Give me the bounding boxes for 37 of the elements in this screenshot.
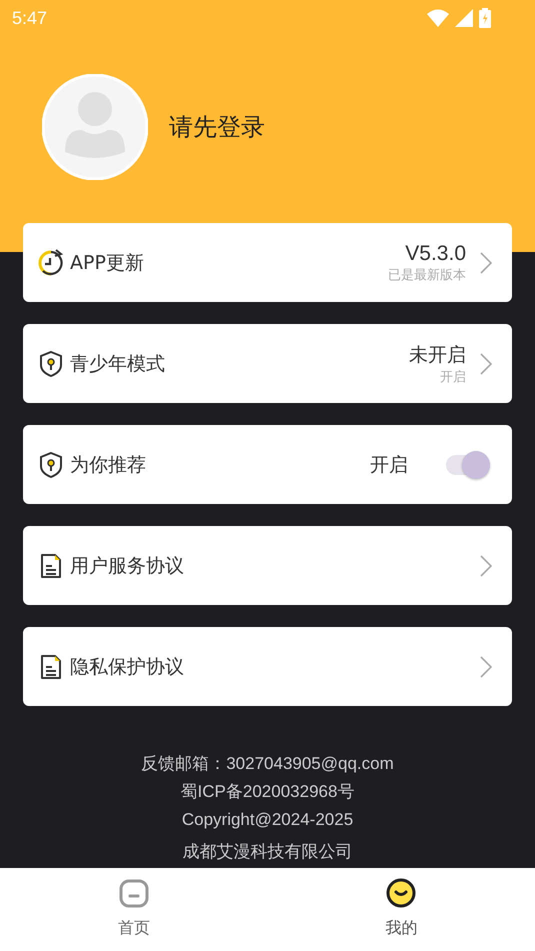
setting-label: 为你推荐	[70, 452, 147, 478]
shield-icon	[37, 450, 65, 478]
status-time: 5:47	[12, 8, 48, 28]
settings-card[interactable]: APP更新 V5.3.0 已是最新版本	[23, 223, 512, 302]
chevron-icon	[480, 554, 492, 576]
footer-text: 成都艾漫科技有限公司	[182, 841, 352, 863]
settings-card[interactable]: 用户服务协议	[23, 526, 512, 605]
setting-status: 开启	[440, 368, 466, 386]
setting-label: 用户服务协议	[70, 554, 185, 578]
setting-label: 青少年模式	[70, 352, 166, 376]
chevron-icon	[480, 252, 492, 274]
setting-label: APP更新	[70, 250, 145, 276]
settings-card[interactable]: 为你推荐 开启	[23, 425, 512, 504]
nav-tab[interactable]: 首页	[94, 868, 174, 951]
avatar-icon[interactable]	[42, 74, 148, 180]
footer-text: 蜀ICP备2020032968号	[180, 781, 354, 803]
battery-icon	[479, 8, 491, 28]
home-icon	[118, 878, 149, 908]
wifi-icon	[427, 9, 449, 27]
settings-card[interactable]: 青少年模式 未开启 开启	[23, 324, 512, 403]
shield-icon	[37, 350, 65, 378]
setting-status: 已是最新版本	[388, 266, 466, 284]
footer-text: 反馈邮箱：3027043905@qq.com	[141, 753, 394, 775]
setting-value: V5.3.0	[405, 242, 466, 266]
chevron-icon	[480, 656, 492, 678]
nav-tab[interactable]: 我的	[361, 868, 442, 951]
setting-value: 开启	[370, 452, 408, 478]
signal-icon	[455, 9, 473, 27]
toggle-switch[interactable]	[444, 448, 492, 480]
setting-value: 未开启	[409, 342, 466, 368]
login-prompt[interactable]: 请先登录	[169, 111, 265, 143]
setting-label: 隐私保护协议	[70, 654, 185, 680]
smiley-icon	[386, 878, 416, 908]
footer-text: Copyright@2024-2025	[182, 809, 354, 831]
settings-card[interactable]: 隐私保护协议	[23, 627, 512, 706]
chevron-icon	[480, 352, 492, 374]
refresh-icon	[37, 248, 65, 276]
